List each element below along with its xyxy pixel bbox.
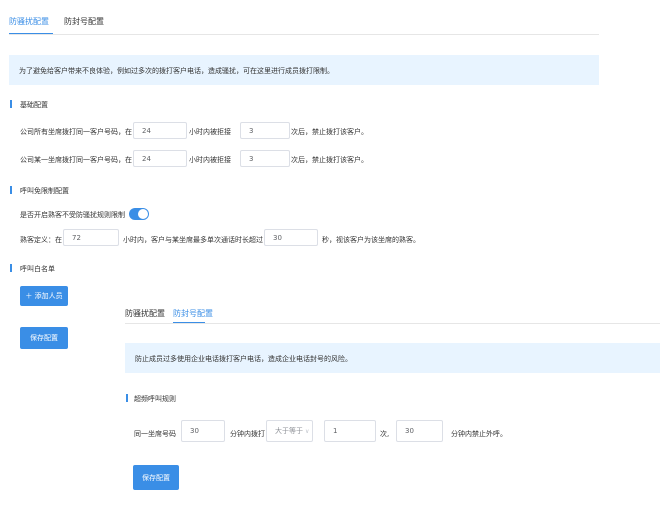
section-marker [126,394,128,402]
section-title-basic: 基础配置 [20,101,48,109]
overlay-tab-anti-harass[interactable]: 防骚扰配置 [125,308,165,319]
frequency-row-suffix: 分钟内禁止外呼。 [451,430,507,438]
add-member-button[interactable]: ＋ 添加人员 [20,286,68,306]
select-value: 大于等于 [275,427,303,435]
exempt-toggle-label: 是否开启熟客不受防骚扰规则限制 [20,211,125,219]
frequency-count-input[interactable]: 1 [324,420,376,442]
basic-row1-prefix: 公司所有坐席拨打同一客户号码，在 [20,128,132,136]
frequency-ban-minutes-input[interactable]: 30 [396,420,443,442]
basic-row2-hours-input[interactable]: 24 [133,150,187,167]
exempt-seconds-input[interactable]: 30 [264,229,318,246]
frequency-row-middle: 分钟内拨打 [230,430,265,438]
info-banner: 为了避免给客户带来不良体验，例如过多次的拨打客户电话，造成骚扰，可在这里进行成员… [9,55,599,85]
basic-row1-middle: 小时内被拒接 [189,128,231,136]
toggle-knob [138,209,148,219]
section-marker [10,264,12,272]
section-marker [10,100,12,108]
chevron-down-icon: ∨ [305,427,310,435]
frequency-row-prefix: 同一坐席号码 [134,430,176,438]
section-title-frequency: 超频呼叫规则 [134,395,176,403]
section-marker [10,186,12,194]
exempt-row-suffix: 秒，视该客户为该坐席的熟客。 [322,236,420,244]
tabs-divider [9,34,599,35]
info-banner-text: 为了避免给客户带来不良体验，例如过多次的拨打客户电话，造成骚扰，可在这里进行成员… [19,67,334,75]
basic-row1-hours-input[interactable]: 24 [133,122,187,139]
tab-anti-block[interactable]: 防封号配置 [64,16,104,27]
save-config-button[interactable]: 保存配置 [20,327,68,349]
exempt-hours-input[interactable]: 72 [63,229,119,246]
basic-row1-suffix: 次后，禁止拨打该客户。 [291,128,368,136]
basic-row2-prefix: 公司某一坐席拨打同一客户号码，在 [20,156,132,164]
frequency-times-label: 次, [380,430,390,438]
exempt-row-middle: 小时内，客户与某坐席最多单次通话时长超过 [123,236,263,244]
anti-block-panel: 防骚扰配置 防封号配置 防止成员过多使用企业电话拨打客户电话，造成企业电话封号的… [107,290,660,505]
overlay-tab-anti-block[interactable]: 防封号配置 [173,308,213,319]
frequency-operator-select[interactable]: 大于等于 ∨ [266,420,313,442]
section-title-whitelist: 呼叫白名单 [20,265,55,273]
basic-row2-suffix: 次后，禁止拨打该客户。 [291,156,368,164]
section-title-exempt: 呼叫免限制配置 [20,187,69,195]
frequency-minutes-input[interactable]: 30 [181,420,225,442]
exempt-toggle-switch[interactable] [129,208,149,220]
overlay-info-banner-text: 防止成员过多使用企业电话拨打客户电话，造成企业电话封号的风险。 [135,355,352,363]
exempt-row-prefix: 熟客定义：在 [20,236,62,244]
overlay-save-config-button[interactable]: 保存配置 [133,465,179,490]
overlay-tabs-divider [125,323,660,324]
overlay-info-banner: 防止成员过多使用企业电话拨打客户电话，造成企业电话封号的风险。 [125,343,660,373]
basic-row2-times-input[interactable]: 3 [240,150,290,167]
tab-anti-harass[interactable]: 防骚扰配置 [9,16,49,27]
basic-row1-times-input[interactable]: 3 [240,122,290,139]
basic-row2-middle: 小时内被拒接 [189,156,231,164]
